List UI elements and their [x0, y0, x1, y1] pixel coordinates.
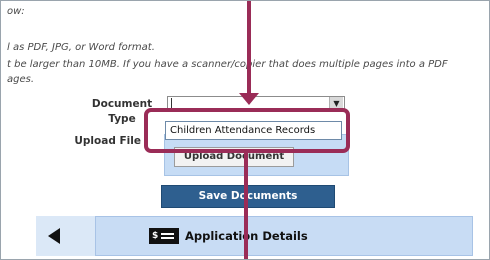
money-icon-text: $ [152, 231, 159, 241]
instruction-line-1: ow: [7, 6, 25, 17]
document-type-label-line-1: Document [91, 98, 153, 110]
back-button[interactable] [36, 216, 96, 256]
money-lines-icon [161, 233, 174, 239]
highlight-annotation-box [144, 108, 350, 153]
save-documents-button[interactable]: Save Documents [161, 185, 335, 208]
instruction-line-4: ages. [7, 74, 35, 85]
upload-file-label: Upload File [74, 135, 141, 147]
instruction-line-3: t be larger than 10MB. If you have a sca… [7, 59, 448, 70]
annotation-arrow-line-bottom [244, 152, 248, 259]
instruction-line-2: l as PDF, JPG, or Word format. [7, 42, 155, 53]
document-type-label-line-2: Type [108, 113, 136, 125]
annotation-arrow-line-top [247, 1, 251, 97]
upload-documents-panel: ow: l as PDF, JPG, or Word format. t be … [0, 0, 490, 260]
annotation-arrow-head-icon [239, 93, 259, 105]
back-arrow-icon [48, 228, 60, 244]
